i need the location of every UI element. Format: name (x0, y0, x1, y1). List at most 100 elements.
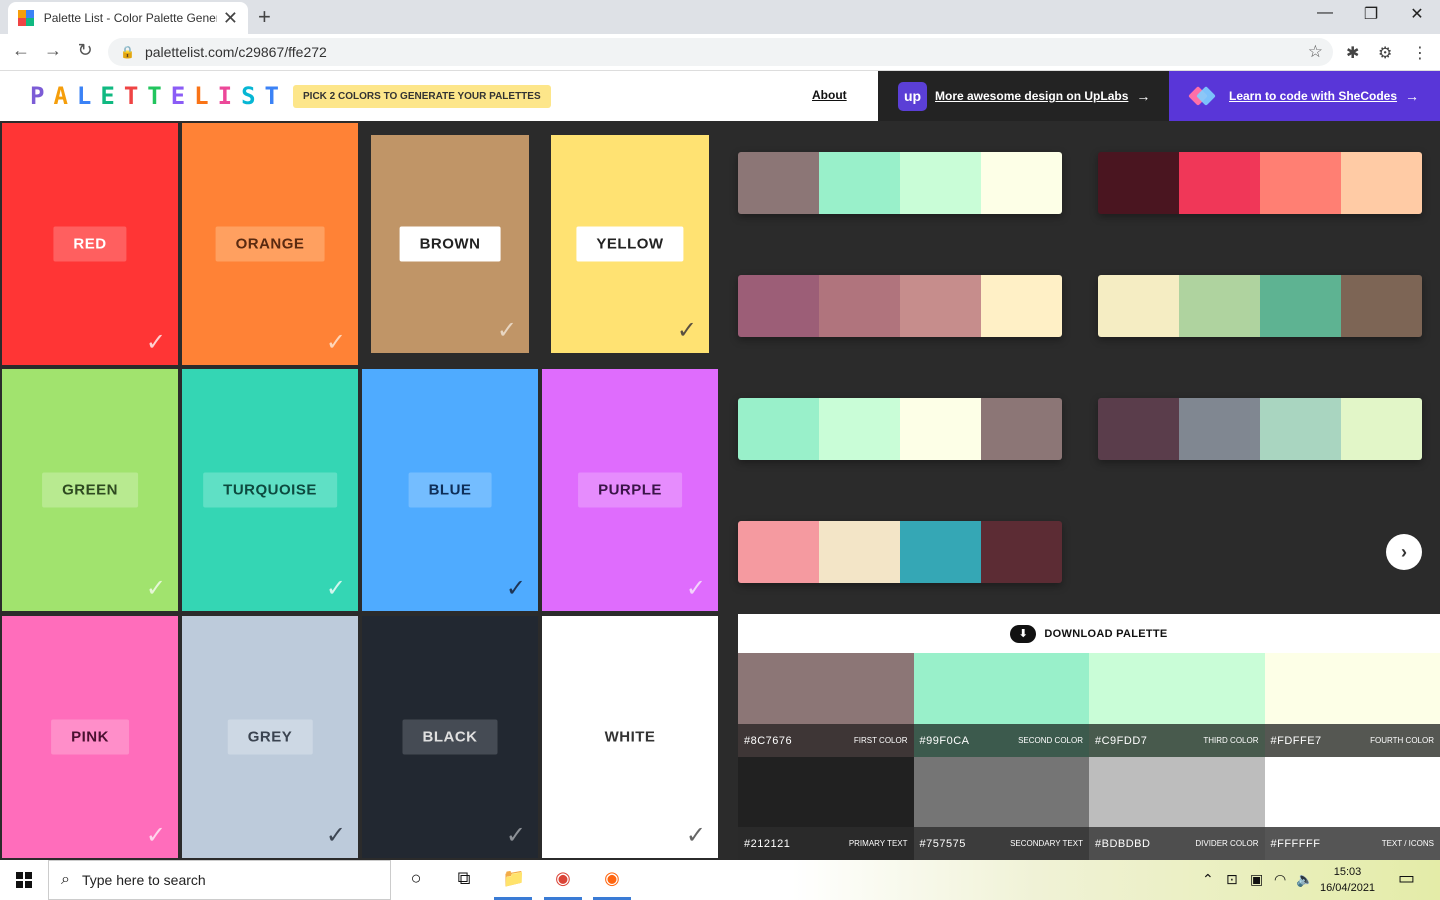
pick-colors-hint: PICK 2 COLORS TO GENERATE YOUR PALETTES (293, 85, 551, 108)
swatch-hex[interactable]: #212121 (744, 838, 790, 850)
swatch-hex[interactable]: #8C7676 (744, 735, 792, 747)
palette-card[interactable] (738, 398, 1062, 460)
color-tile-pink[interactable]: PINK ✓ (2, 616, 178, 858)
shecodes-banner[interactable]: Learn to code with SheCodes → (1169, 71, 1440, 121)
url-bar[interactable]: 🔒 palettelist.com/c29867/ffe272 ☆ (108, 38, 1333, 66)
color-swatch[interactable]: #C9FDD7 THIRD COLOR (1089, 653, 1265, 757)
palette-swatch (981, 521, 1062, 583)
color-swatch[interactable]: #BDBDBD DIVIDER COLOR (1089, 757, 1265, 860)
monitor-icon[interactable]: ▣ (1250, 871, 1263, 888)
color-tile-red[interactable]: RED ✓ (2, 123, 178, 365)
checkmark-icon: ✓ (505, 575, 526, 602)
logo-letter: T (264, 82, 288, 110)
color-tile-label: BLACK (402, 719, 498, 755)
color-swatch[interactable]: #8C7676 FIRST COLOR (738, 653, 914, 757)
color-tile-label: BLUE (408, 472, 492, 508)
logo-letter: A (53, 82, 77, 110)
palette-card[interactable] (738, 152, 1062, 214)
palette-swatch (1179, 398, 1260, 460)
color-swatch[interactable]: #99F0CA SECOND COLOR (913, 653, 1089, 757)
swatch-hex[interactable]: #99F0CA (920, 735, 970, 747)
logo-letter: E (170, 82, 195, 110)
extensions-icon[interactable]: ✱ (1346, 43, 1359, 63)
color-tile-orange[interactable]: ORANGE ✓ (182, 123, 358, 365)
color-swatch[interactable]: #FDFFE7 FOURTH COLOR (1264, 653, 1440, 757)
palette-swatch (738, 275, 819, 337)
cortana-icon[interactable]: ○ (404, 868, 428, 892)
volume-icon[interactable]: 🔈 (1296, 871, 1313, 888)
color-tile-black[interactable]: BLACK ✓ (362, 616, 538, 858)
swatch-hex[interactable]: #FFFFFF (1271, 838, 1321, 850)
color-tile-purple[interactable]: PURPLE ✓ (542, 369, 718, 611)
browser-menu-icon[interactable]: ⋮ (1412, 43, 1428, 63)
palette-swatch (1098, 152, 1179, 214)
chrome-icon[interactable]: ◉ (551, 868, 575, 892)
windows-start-icon[interactable] (16, 872, 32, 888)
uplabs-banner[interactable]: up More awesome design on UpLabs → (878, 71, 1169, 121)
palette-swatch (981, 275, 1062, 337)
window-close-button[interactable]: ✕ (1394, 4, 1440, 24)
color-tile-white[interactable]: WHITE ✓ (542, 616, 718, 858)
meet-now-icon[interactable]: ⊡ (1226, 871, 1238, 888)
swatch-info-bar: #FFFFFF TEXT / ICONS (1264, 827, 1440, 860)
forward-button[interactable]: → (40, 40, 66, 61)
search-placeholder: Type here to search (81, 872, 206, 888)
profile-icon[interactable]: ⚙ (1378, 43, 1392, 63)
swatch-info-bar: #FDFFE7 FOURTH COLOR (1264, 724, 1440, 757)
bookmark-star-icon[interactable]: ☆ (1308, 42, 1323, 62)
tab-close-icon[interactable]: ✕ (223, 9, 238, 27)
arrow-right-icon: → (1405, 88, 1420, 104)
maximize-button[interactable]: ❐ (1348, 4, 1394, 24)
browser-tab[interactable]: Palette List - Color Palette Generator ✕ (8, 2, 248, 34)
minimize-button[interactable]: — (1302, 4, 1348, 22)
color-tile-brown[interactable]: BROWN ✓ (371, 135, 529, 353)
download-label: DOWNLOAD PALETTE (1044, 627, 1168, 640)
color-tile-label: ORANGE (215, 226, 325, 262)
color-swatch[interactable]: #757575 SECONDARY TEXT (913, 757, 1089, 860)
system-clock[interactable]: 15:03 16/04/2021 (1320, 864, 1375, 896)
palette-swatch (1098, 398, 1179, 460)
reload-button[interactable]: ↻ (72, 40, 98, 61)
palette-card[interactable] (1098, 152, 1422, 214)
swatch-role: FIRST COLOR (853, 736, 908, 745)
download-palette-button[interactable]: ⬇ DOWNLOAD PALETTE (738, 614, 1440, 653)
taskbar-search-box[interactable]: ⌕ Type here to search (48, 860, 391, 900)
swatch-hex[interactable]: #BDBDBD (1095, 838, 1150, 850)
uplabs-logo-icon: up (898, 81, 927, 111)
color-swatch[interactable]: #212121 PRIMARY TEXT (738, 757, 914, 860)
color-tile-green[interactable]: GREEN ✓ (2, 369, 178, 611)
tray-chevron-icon[interactable]: ⌃ (1202, 871, 1214, 888)
swatch-hex[interactable]: #757575 (920, 838, 966, 850)
next-page-button[interactable]: › (1386, 534, 1422, 570)
wifi-icon[interactable]: ◠ (1274, 871, 1286, 888)
palette-card[interactable] (1098, 398, 1422, 460)
palette-swatch (1341, 152, 1422, 214)
new-tab-button[interactable]: + (258, 4, 271, 30)
palette-card[interactable] (738, 275, 1062, 337)
about-link[interactable]: About (812, 88, 847, 102)
checkmark-icon: ✓ (325, 329, 346, 356)
logo-letter: T (147, 82, 171, 110)
search-icon: ⌕ (61, 871, 70, 888)
palette-swatch (900, 152, 981, 214)
firefox-icon[interactable]: ◉ (600, 868, 624, 892)
color-tile-blue[interactable]: BLUE ✓ (362, 369, 538, 611)
color-tile-grey[interactable]: GREY ✓ (182, 616, 358, 858)
task-view-icon[interactable]: ⧉ (452, 868, 476, 892)
site-header: PALETTELIST PICK 2 COLORS TO GENERATE YO… (0, 71, 1440, 121)
swatch-hex[interactable]: #FDFFE7 (1271, 735, 1322, 747)
palette-swatch (738, 521, 819, 583)
back-button[interactable]: ← (8, 40, 34, 61)
palette-card[interactable] (1098, 275, 1422, 337)
palettelist-logo[interactable]: PALETTELIST (30, 82, 288, 110)
uplabs-text: More awesome design on UpLabs (935, 89, 1129, 103)
palette-swatch (819, 275, 900, 337)
palette-card[interactable] (738, 521, 1062, 583)
notifications-icon[interactable]: ▭ (1398, 868, 1415, 889)
logo-letter: E (100, 82, 124, 110)
file-explorer-icon[interactable]: 📁 (502, 868, 526, 892)
swatch-hex[interactable]: #C9FDD7 (1095, 735, 1147, 747)
color-swatch[interactable]: #FFFFFF TEXT / ICONS (1264, 757, 1440, 860)
color-tile-yellow[interactable]: YELLOW ✓ (551, 135, 709, 353)
color-tile-turquoise[interactable]: TURQUOISE ✓ (182, 369, 358, 611)
